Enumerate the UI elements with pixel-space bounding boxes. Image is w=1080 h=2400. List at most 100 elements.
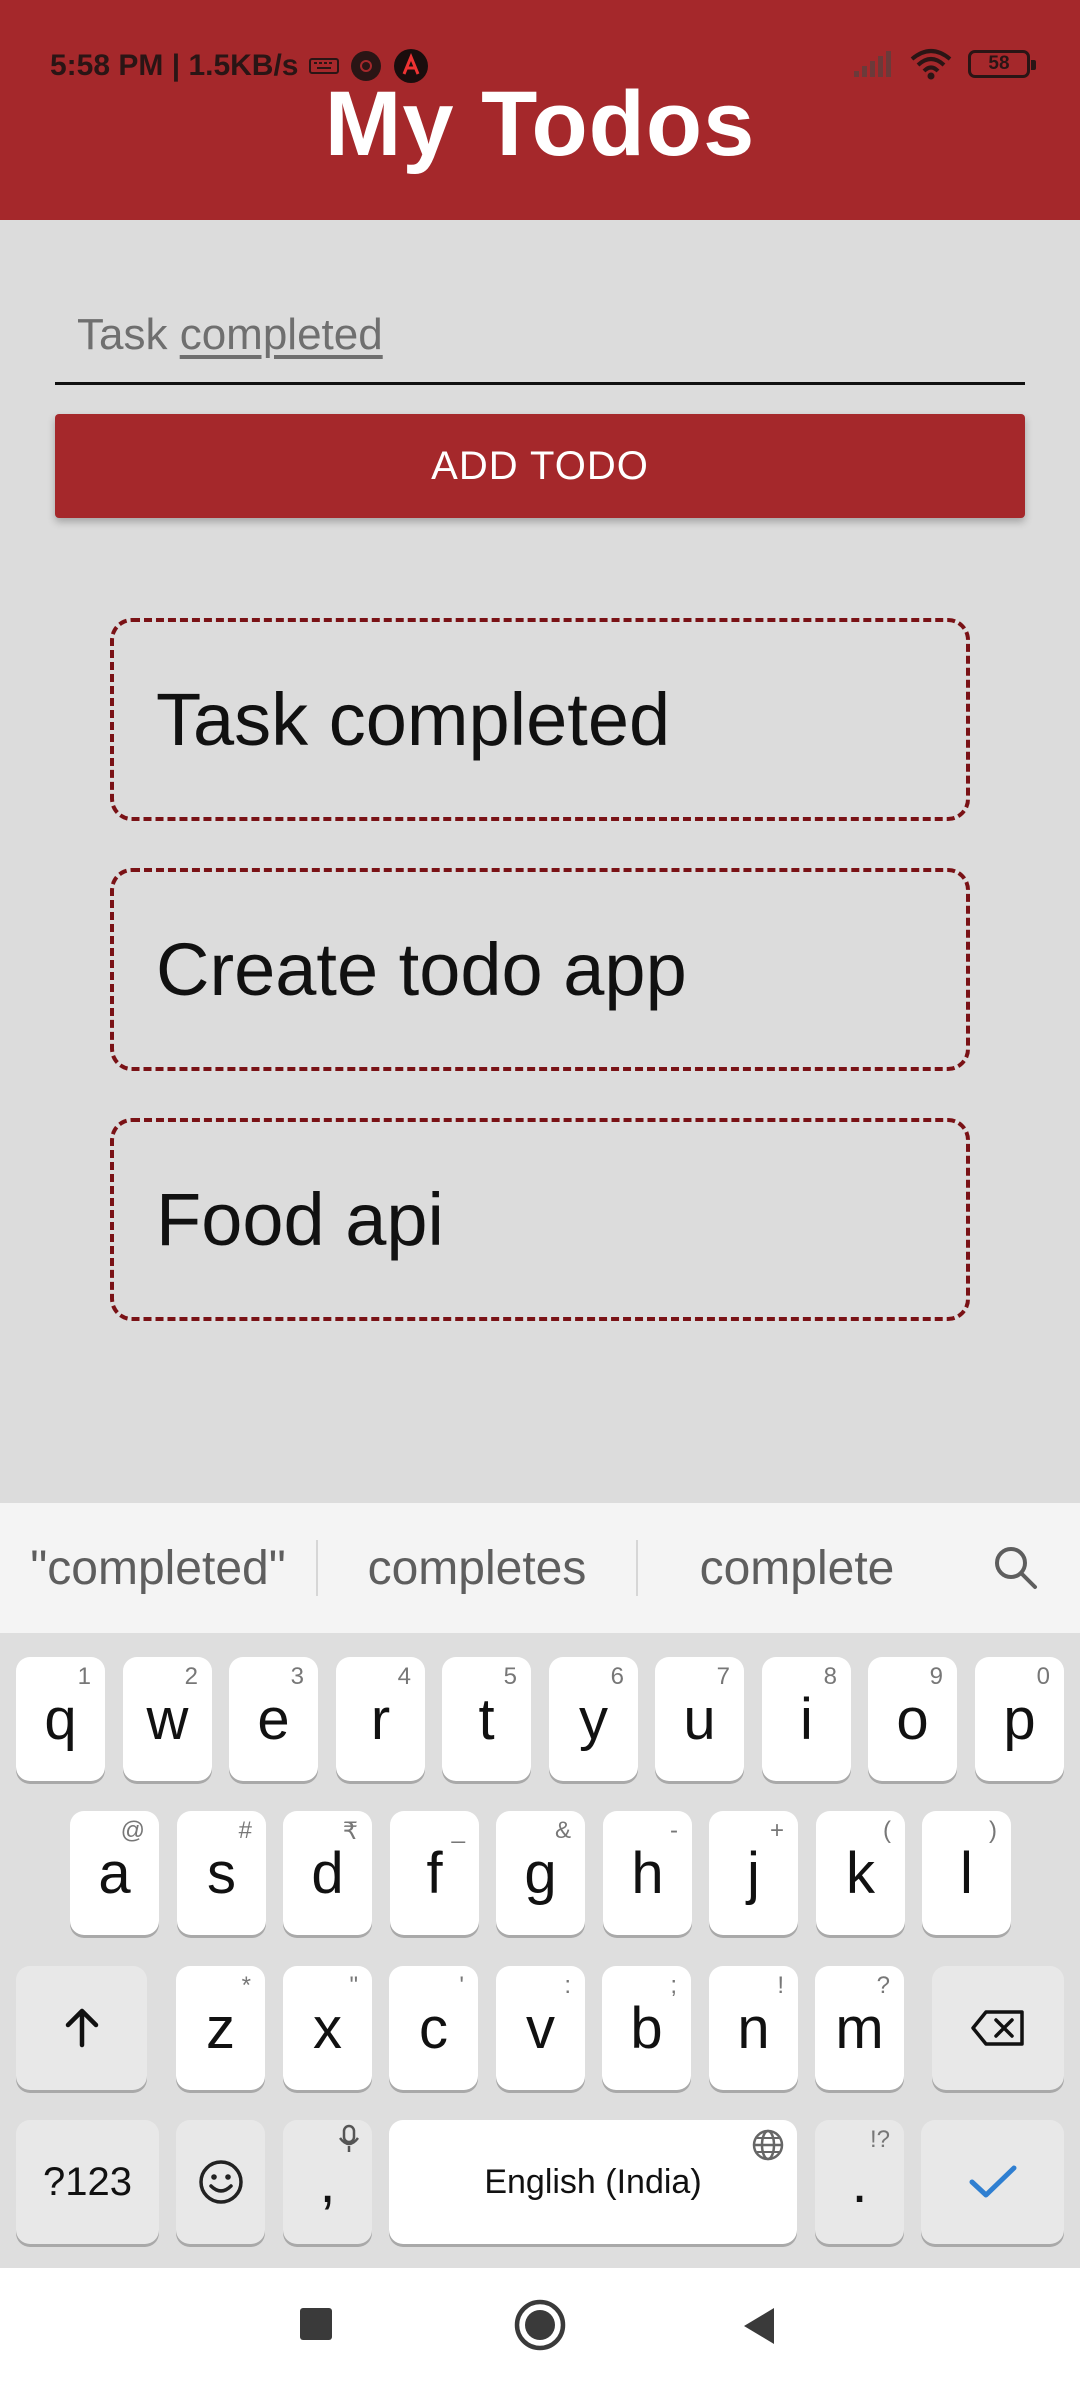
key-p[interactable]: p0 [975, 1657, 1064, 1781]
key-hint: ' [459, 1972, 464, 1999]
suggestion-strip: "completed" completes complete [0, 1503, 1080, 1633]
todo-item[interactable]: Create todo app [110, 868, 970, 1071]
key-label: b [630, 1995, 663, 2061]
suggestion-item[interactable]: "completed" [0, 1503, 316, 1633]
key-label: w [146, 1686, 189, 1752]
key-hint: _ [451, 1817, 465, 1844]
space-key[interactable]: English (India) [389, 2120, 797, 2244]
key-label: s [207, 1840, 236, 1906]
key-hint: ( [883, 1817, 891, 1844]
key-c[interactable]: c ' [389, 1966, 478, 2090]
key-f[interactable]: f _ [390, 1811, 479, 1935]
key-q[interactable]: q1 [16, 1657, 105, 1781]
key-hint: & [554, 1817, 571, 1844]
key-label: q [44, 1686, 77, 1752]
key-s[interactable]: s # [177, 1811, 266, 1935]
key-l[interactable]: l) [922, 1811, 1011, 1935]
key-label: n [737, 1995, 770, 2061]
key-n[interactable]: n! [709, 1966, 798, 2090]
search-icon[interactable] [956, 1543, 1076, 1593]
emoji-icon [198, 2160, 243, 2204]
period-key-hint: !? [869, 2126, 890, 2153]
backspace-icon [971, 2010, 1024, 2046]
key-t[interactable]: t5 [442, 1657, 531, 1781]
back-button[interactable] [738, 2304, 778, 2348]
key-m[interactable]: m? [815, 1966, 904, 2090]
key-hint: ! [777, 1972, 784, 1999]
key-hint: ₹ [342, 1818, 358, 1845]
key-label: p [1003, 1686, 1036, 1752]
key-hint: 2 [184, 1663, 198, 1690]
comma-key[interactable]: , [283, 2120, 372, 2244]
key-hint: ? [876, 1972, 890, 1999]
period-key-label: . [851, 2149, 868, 2215]
task-input-value: Task [77, 310, 180, 359]
key-hint: 8 [823, 1663, 837, 1690]
key-label: a [98, 1840, 131, 1906]
globe-icon [751, 2128, 785, 2169]
page-title: My Todos [324, 73, 756, 175]
key-label: v [526, 1995, 555, 2061]
suggestion-item[interactable]: completes [318, 1503, 636, 1633]
shift-arrow-icon [65, 2008, 98, 2048]
suggestion-item[interactable]: complete [638, 1503, 956, 1633]
key-label: h [631, 1840, 664, 1906]
key-hint: 1 [77, 1663, 91, 1690]
home-circle-icon [514, 2299, 566, 2351]
key-w[interactable]: w2 [123, 1657, 212, 1781]
key-hint: 6 [610, 1663, 624, 1690]
key-label: k [846, 1840, 875, 1906]
key-j[interactable]: j + [709, 1811, 798, 1935]
key-hint: 0 [1036, 1663, 1050, 1690]
square-icon [300, 2308, 332, 2340]
key-label: z [206, 1995, 235, 2061]
key-label: u [683, 1686, 716, 1752]
key-hint: : [564, 1972, 571, 1999]
key-z[interactable]: z * [176, 1966, 265, 2090]
symbols-key[interactable]: ?123 [16, 2120, 159, 2244]
key-e[interactable]: e3 [229, 1657, 318, 1781]
task-input-text: Task completed [77, 310, 383, 360]
key-label: c [419, 1995, 448, 2061]
key-v[interactable]: v: [496, 1966, 585, 2090]
key-hint: " [349, 1972, 358, 1999]
key-g[interactable]: g & [496, 1811, 585, 1935]
recent-apps-button[interactable] [296, 2304, 336, 2344]
key-hint: ) [989, 1817, 997, 1844]
emoji-key[interactable] [176, 2120, 265, 2244]
todo-item[interactable]: Task completed [110, 618, 970, 821]
home-button[interactable] [513, 2298, 567, 2352]
key-hint: 3 [290, 1663, 304, 1690]
done-key[interactable] [921, 2120, 1064, 2244]
space-key-label: English (India) [484, 2162, 702, 2201]
backspace-key[interactable] [932, 1966, 1064, 2090]
key-hint: 7 [716, 1663, 730, 1690]
key-label: e [257, 1686, 290, 1752]
key-label: f [426, 1840, 443, 1906]
key-label: t [478, 1686, 495, 1752]
task-input-composing: completed [179, 310, 383, 359]
key-label: r [370, 1686, 391, 1752]
key-b[interactable]: b; [602, 1966, 691, 2090]
key-o[interactable]: o9 [868, 1657, 957, 1781]
task-input[interactable]: Task completed [55, 290, 1025, 385]
key-k[interactable]: k( [816, 1811, 905, 1935]
shift-key[interactable] [16, 1966, 147, 2090]
add-todo-button[interactable]: ADD TODO [55, 414, 1025, 518]
key-hint: # [238, 1817, 252, 1844]
todo-list: Task completed Create todo app Food api [110, 618, 970, 1368]
key-h[interactable]: h- [603, 1811, 692, 1935]
key-d[interactable]: d ₹ [283, 1811, 372, 1935]
key-x[interactable]: x " [283, 1966, 372, 2090]
key-label: o [896, 1686, 929, 1752]
todo-item[interactable]: Food api [110, 1118, 970, 1321]
period-key[interactable]: . !? [815, 2120, 904, 2244]
key-r[interactable]: r4 [336, 1657, 425, 1781]
key-hint: 5 [503, 1663, 517, 1690]
key-a[interactable]: a @ [70, 1811, 159, 1935]
key-y[interactable]: y6 [549, 1657, 638, 1781]
comma-key-label: , [319, 2149, 336, 2215]
key-u[interactable]: u7 [655, 1657, 744, 1781]
key-label: l [960, 1840, 973, 1906]
key-i[interactable]: i8 [762, 1657, 851, 1781]
